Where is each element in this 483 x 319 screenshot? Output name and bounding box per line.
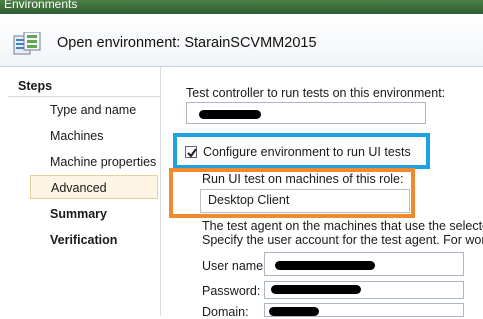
steps-divider <box>8 96 160 97</box>
domain-field[interactable] <box>264 303 464 317</box>
wizard-header: Open environment: StarainSCVMM2015 <box>0 14 483 67</box>
controller-label: Test controller to run tests on this env… <box>186 86 446 100</box>
agent-text-line-2: Specify the user account for the test ag… <box>202 233 483 247</box>
step-summary[interactable]: Summary <box>30 202 158 226</box>
redaction-mark <box>271 285 361 294</box>
agent-text-line-1: The test agent on the machines that use … <box>202 219 483 233</box>
redaction-mark <box>275 261 375 270</box>
role-label: Run UI test on machines of this role: <box>202 172 404 186</box>
redaction-mark <box>269 307 319 316</box>
step-machines[interactable]: Machines <box>30 124 158 148</box>
window-title: Environments <box>4 0 78 11</box>
role-value: Desktop Client <box>208 193 290 207</box>
configure-ui-label: Configure environment to run UI tests <box>203 145 411 159</box>
redaction-mark <box>199 110 261 119</box>
username-label: User name: <box>202 259 267 273</box>
steps-heading: Steps <box>18 79 53 93</box>
controller-field[interactable] <box>186 102 426 124</box>
username-field[interactable] <box>264 252 464 276</box>
step-verification[interactable]: Verification <box>30 228 158 252</box>
domain-label: Domain: <box>202 305 249 319</box>
role-select[interactable]: Desktop Client <box>200 189 410 213</box>
title-bar: Environments <box>0 0 483 14</box>
steps-panel: Steps Type and name Machines Machine pro… <box>0 67 161 316</box>
page-title: Open environment: StarainSCVMM2015 <box>57 35 317 51</box>
checkmark-icon <box>187 148 197 158</box>
password-field[interactable] <box>264 281 464 299</box>
environment-wizard-icon <box>13 31 41 56</box>
step-type-and-name[interactable]: Type and name <box>30 98 158 122</box>
configure-ui-checkbox[interactable] <box>185 146 197 158</box>
password-label: Password: <box>202 284 261 298</box>
step-machine-properties[interactable]: Machine properties <box>30 150 158 174</box>
step-advanced[interactable]: Advanced <box>30 175 158 199</box>
